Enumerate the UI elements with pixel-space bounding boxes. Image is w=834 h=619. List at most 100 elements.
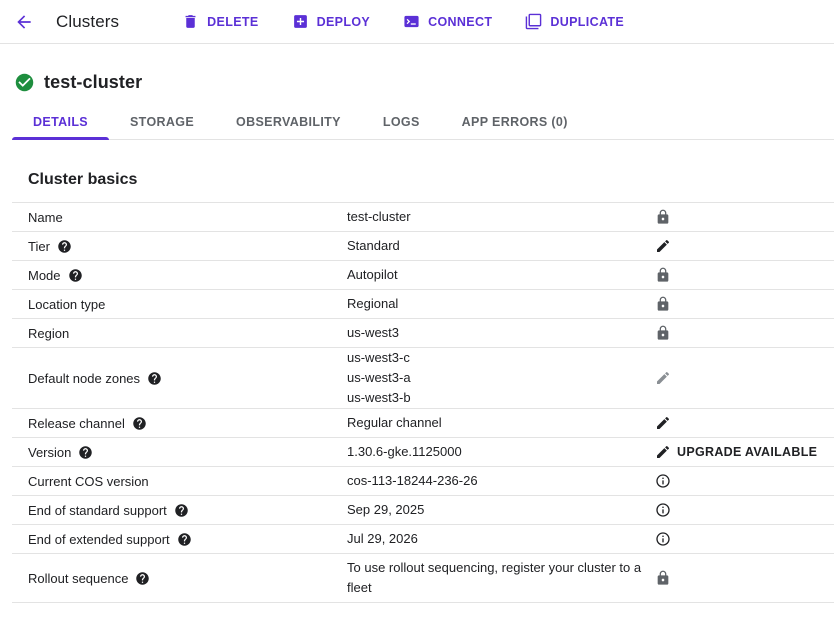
deploy-button-label: DEPLOY	[317, 15, 371, 29]
row-release-channel: Release channel Regular channel	[12, 409, 834, 438]
row-current-cos-version: Current COS version cos-113-18244-236-26	[12, 467, 834, 496]
row-label: Version	[28, 445, 71, 460]
row-label: Mode	[28, 268, 61, 283]
help-icon[interactable]	[177, 532, 192, 547]
row-label: Region	[28, 326, 69, 341]
row-label: Location type	[28, 297, 105, 312]
row-default-node-zones: Default node zones us-west3-cus-west3-au…	[12, 348, 834, 409]
cluster-name: test-cluster	[44, 72, 142, 93]
cluster-basics-table: Name test-cluster Tier Standard Mode Aut…	[12, 202, 834, 603]
help-icon[interactable]	[57, 239, 72, 254]
help-icon[interactable]	[132, 416, 147, 431]
row-version: Version 1.30.6-gke.1125000 UPGRADE AVAIL…	[12, 438, 834, 467]
page-title: Clusters	[56, 12, 119, 32]
header-actions: DELETE DEPLOY CONNECT DUPLICATE	[182, 7, 624, 36]
tab-bar: DETAILSSTORAGEOBSERVABILITYLOGSAPP ERROR…	[12, 104, 834, 140]
edit-icon[interactable]	[655, 238, 671, 254]
tab-observability[interactable]: OBSERVABILITY	[215, 104, 362, 139]
tab-app-errors-0[interactable]: APP ERRORS (0)	[441, 104, 589, 139]
row-value-line: To use rollout sequencing, register your…	[347, 558, 649, 598]
section-title: Cluster basics	[28, 168, 834, 192]
top-app-bar: Clusters DELETE DEPLOY CONNECT DUPLICATE	[0, 0, 834, 44]
help-icon[interactable]	[174, 503, 189, 518]
delete-button-label: DELETE	[207, 15, 258, 29]
row-value: To use rollout sequencing, register your…	[347, 554, 655, 602]
help-icon[interactable]	[147, 371, 162, 386]
connect-button-label: CONNECT	[428, 15, 492, 29]
info-icon[interactable]	[655, 502, 671, 518]
row-value: Regular channel	[347, 409, 655, 437]
row-label: End of extended support	[28, 532, 170, 547]
row-value: cos-113-18244-236-26	[347, 467, 655, 495]
row-value-line: Jul 29, 2026	[347, 529, 649, 549]
lock-icon	[655, 570, 671, 586]
lock-icon	[655, 296, 671, 312]
row-label: Default node zones	[28, 371, 140, 386]
upgrade-available-link[interactable]: UPGRADE AVAILABLE	[677, 445, 817, 459]
row-end-of-extended-support: End of extended support Jul 29, 2026	[12, 525, 834, 554]
help-icon[interactable]	[78, 445, 93, 460]
row-value: Sep 29, 2025	[347, 496, 655, 524]
row-value-line: us-west3	[347, 323, 649, 343]
row-label: Tier	[28, 239, 50, 254]
row-value: us-west3-cus-west3-aus-west3-b	[347, 348, 655, 408]
row-location-type: Location type Regional	[12, 290, 834, 319]
row-value-line: Regional	[347, 294, 649, 314]
row-label: End of standard support	[28, 503, 167, 518]
deploy-icon	[292, 13, 309, 30]
lock-icon	[655, 267, 671, 283]
tab-storage[interactable]: STORAGE	[109, 104, 215, 139]
row-label: Current COS version	[28, 474, 149, 489]
row-mode: Mode Autopilot	[12, 261, 834, 290]
cluster-details-page: test-cluster DETAILSSTORAGEOBSERVABILITY…	[0, 44, 834, 603]
duplicate-button-label: DUPLICATE	[550, 15, 624, 29]
lock-icon	[655, 209, 671, 225]
row-value: Standard	[347, 232, 655, 260]
trash-icon	[182, 13, 199, 30]
back-button[interactable]	[4, 2, 44, 42]
tab-details[interactable]: DETAILS	[12, 104, 109, 139]
row-value: Jul 29, 2026	[347, 525, 655, 553]
delete-button[interactable]: DELETE	[182, 7, 258, 36]
row-value: Autopilot	[347, 261, 655, 289]
row-value-line: us-west3-c	[347, 348, 649, 368]
row-value-line: Standard	[347, 236, 649, 256]
row-value-line: cos-113-18244-236-26	[347, 471, 649, 491]
row-value-line: Regular channel	[347, 413, 649, 433]
row-value: Regional	[347, 290, 655, 318]
row-value-line: Sep 29, 2025	[347, 500, 649, 520]
info-icon[interactable]	[655, 531, 671, 547]
row-value-line: Autopilot	[347, 265, 649, 285]
duplicate-button[interactable]: DUPLICATE	[525, 7, 624, 36]
row-value: 1.30.6-gke.1125000	[347, 438, 655, 466]
check-circle-icon	[14, 72, 35, 93]
row-label: Rollout sequence	[28, 571, 128, 586]
cluster-heading: test-cluster	[0, 44, 834, 94]
row-rollout-sequence: Rollout sequence To use rollout sequenci…	[12, 554, 834, 603]
row-region: Region us-west3	[12, 319, 834, 348]
help-icon[interactable]	[68, 268, 83, 283]
copy-icon	[525, 13, 542, 30]
help-icon[interactable]	[135, 571, 150, 586]
row-end-of-standard-support: End of standard support Sep 29, 2025	[12, 496, 834, 525]
deploy-button[interactable]: DEPLOY	[292, 7, 371, 36]
terminal-icon	[403, 13, 420, 30]
row-value: us-west3	[347, 319, 655, 347]
tab-logs[interactable]: LOGS	[362, 104, 441, 139]
row-tier: Tier Standard	[12, 232, 834, 261]
row-value: test-cluster	[347, 203, 655, 231]
row-value-line: us-west3-a	[347, 368, 649, 388]
row-value-line: 1.30.6-gke.1125000	[347, 442, 649, 462]
row-value-line: test-cluster	[347, 207, 649, 227]
info-icon[interactable]	[655, 473, 671, 489]
arrow-back-icon	[14, 12, 34, 32]
row-name: Name test-cluster	[12, 203, 834, 232]
edit-icon[interactable]	[655, 415, 671, 431]
row-value-line: us-west3-b	[347, 388, 649, 408]
lock-icon	[655, 325, 671, 341]
connect-button[interactable]: CONNECT	[403, 7, 492, 36]
edit-icon	[655, 370, 671, 386]
row-label: Name	[28, 210, 63, 225]
row-label: Release channel	[28, 416, 125, 431]
edit-icon[interactable]	[655, 444, 671, 460]
